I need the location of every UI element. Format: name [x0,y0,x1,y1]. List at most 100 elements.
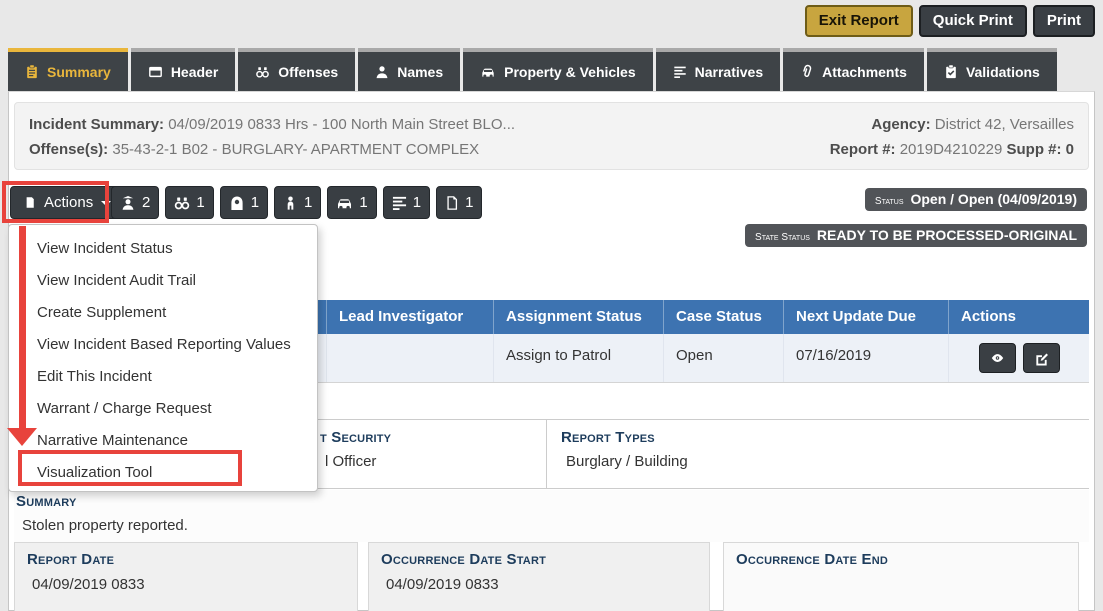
tab-attachments[interactable]: Attachments [783,48,924,91]
badge-count: 2 [142,194,150,211]
person-icon [375,65,389,79]
incident-summary-line: Incident Summary: 04/09/2019 0833 Hrs - … [29,112,515,137]
status-badge: Status Open / Open (04/09/2019) [865,188,1087,211]
menu-item-view-ibr-values[interactable]: View Incident Based Reporting Values [9,329,317,361]
dates-row: Report Date 04/09/2019 0833 Occurrence D… [14,542,1089,611]
agency-line: Agency: District 42, Versailles [871,112,1074,137]
cell-case-status: Open [664,334,784,382]
property-count-badge[interactable]: 1 [327,186,376,219]
tab-offenses[interactable]: Offenses [238,48,355,91]
offenses-label: Offense(s): [29,141,108,158]
entity-count-badges: 2 1 1 1 1 1 1 [111,186,482,219]
offenses-count-badge[interactable]: 1 [165,186,213,219]
badge-count: 1 [465,194,473,211]
tab-header[interactable]: Header [131,48,235,91]
tab-label: Property & Vehicles [504,64,636,80]
incident-summary-label: Incident Summary: [29,116,164,133]
badge-count: 1 [304,194,312,211]
report-date-label: Report Date [27,551,357,568]
tab-summary[interactable]: Summary [8,48,128,91]
tab-label: Summary [47,64,111,80]
supp-number-label: Supp #: [1006,141,1061,158]
handcuffs-icon [174,195,190,211]
edit-icon [1034,351,1049,366]
tab-validations[interactable]: Validations [927,48,1057,91]
menu-item-edit-this-incident[interactable]: Edit This Incident [9,361,317,393]
report-date-field: Report Date 04/09/2019 0833 [14,542,358,611]
report-security-label: t Security [320,429,546,446]
tab-property-vehicles[interactable]: Property & Vehicles [463,48,653,91]
tab-label: Attachments [822,64,907,80]
occurrence-date-end-label: Occurrence Date End [736,551,1078,568]
report-types-value: Burglary / Building [561,453,1089,470]
paperclip-icon [800,64,814,79]
clipboard-check-icon [944,64,958,79]
cell-assignment-status: Assign to Patrol [494,334,664,382]
actions-dropdown-button[interactable]: Actions [10,186,125,219]
occurrence-date-start-value: 04/09/2019 0833 [381,576,709,593]
menu-item-visualization-tool[interactable]: Visualization Tool [9,457,317,489]
clipboard-icon [25,64,39,79]
tab-label: Names [397,64,443,80]
text-lines-icon [673,65,687,78]
tab-label: Offenses [278,64,338,80]
document-icon [445,195,459,211]
report-types-field: Report Types Burglary / Building [546,420,1089,488]
menu-item-view-incident-audit-trail[interactable]: View Incident Audit Trail [9,265,317,297]
cell-next-update-due: 07/16/2019 [784,334,949,382]
menu-item-warrant-charge-request[interactable]: Warrant / Charge Request [9,393,317,425]
table-header-lead-investigator: Lead Investigator [327,300,494,334]
report-types-label: Report Types [561,429,1089,446]
agency-value: District 42, Versailles [935,116,1074,133]
suspects-count-badge[interactable]: 1 [220,186,268,219]
car-icon [336,195,353,211]
view-row-button[interactable] [979,343,1016,373]
actions-dropdown-menu: View Incident Status View Incident Audit… [8,224,318,492]
report-number-line: Report #: 2019D4210229 Supp #: 0 [830,137,1074,162]
menu-item-create-supplement[interactable]: Create Supplement [9,297,317,329]
state-status-label: State Status [755,232,810,243]
persons-count-badge[interactable]: 1 [274,186,321,219]
top-toolbar: Exit Report Quick Print Print [0,0,1103,48]
supp-number-value: 0 [1066,141,1074,158]
menu-item-view-incident-status[interactable]: View Incident Status [9,233,317,265]
tab-bar: Summary Header Offenses Names Property &… [8,48,1057,91]
print-button[interactable]: Print [1033,5,1095,37]
offenses-line: Offense(s): 35-43-2-1 B02 - BURGLARY- AP… [29,137,479,162]
tab-names[interactable]: Names [358,48,460,91]
narratives-count-badge[interactable]: 1 [383,186,430,219]
eye-icon [989,351,1006,365]
occurrence-date-end-field: Occurrence Date End [723,542,1079,611]
agency-label: Agency: [871,116,930,133]
summary-label: Summary [16,493,1089,510]
edit-row-button[interactable] [1023,343,1060,373]
state-status-value: READY TO BE PROCESSED-ORIGINAL [817,227,1077,243]
table-header-actions: Actions [949,300,1089,334]
tab-label: Validations [966,64,1040,80]
report-security-value: l Officer [320,453,546,470]
badge-count: 1 [196,194,204,211]
tab-label: Narratives [695,64,764,80]
actions-button-label: Actions [44,194,93,211]
table-header-next-update-due: Next Update Due [784,300,949,334]
exit-report-button[interactable]: Exit Report [805,5,913,37]
handcuffs-icon [255,65,270,79]
file-icon [24,195,36,210]
status-value: Open / Open (04/09/2019) [910,191,1077,207]
documents-count-badge[interactable]: 1 [436,186,482,219]
occurrence-date-start-field: Occurrence Date Start 04/09/2019 0833 [368,542,710,611]
table-header-assignment-status: Assignment Status [494,300,664,334]
table-header-case-status: Case Status [664,300,784,334]
summary-value: Stolen property reported. [16,517,1089,534]
report-number-value: 2019D4210229 [900,141,1003,158]
menu-item-narrative-maintenance[interactable]: Narrative Maintenance [9,425,317,457]
badge-count: 1 [359,194,367,211]
tab-narratives[interactable]: Narratives [656,48,781,91]
badge-count: 1 [251,194,259,211]
officers-count-badge[interactable]: 2 [111,186,159,219]
chevron-down-icon [101,201,111,206]
quick-print-button[interactable]: Quick Print [919,5,1027,37]
summary-field: Summary Stolen property reported. [14,490,1089,542]
officer-icon [120,195,136,211]
badge-count: 1 [413,194,421,211]
